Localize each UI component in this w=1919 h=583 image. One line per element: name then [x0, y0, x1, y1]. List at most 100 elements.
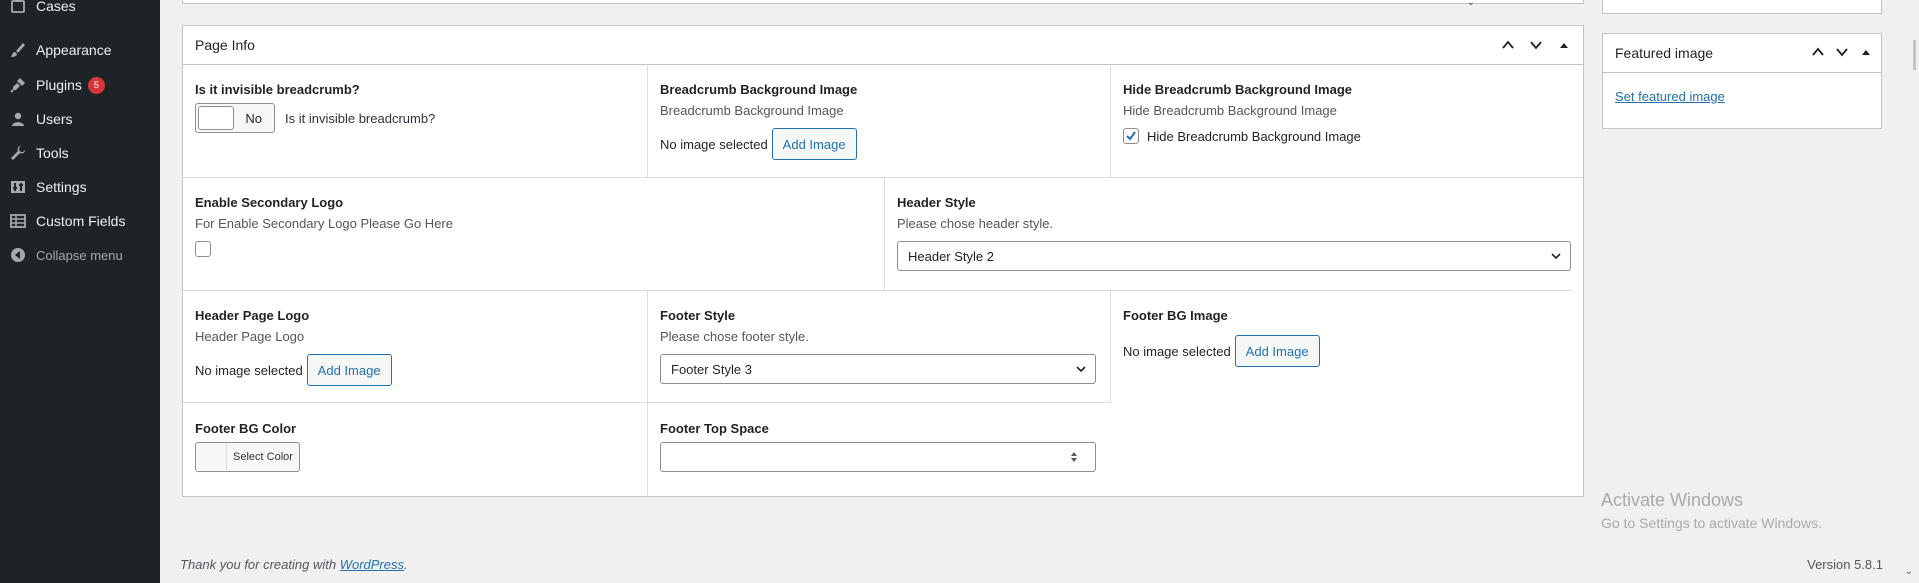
invisible-breadcrumb-switch[interactable]: No	[195, 103, 275, 133]
switch-description: Is it invisible breadcrumb?	[285, 110, 436, 126]
collapse-menu-button[interactable]: Collapse menu	[0, 238, 160, 272]
footer-bg-image-field: Footer BG Image No image selected Add Im…	[1110, 290, 1583, 403]
plugin-update-count-badge: 5	[87, 76, 105, 94]
chevron-down-icon	[1836, 48, 1848, 57]
field-title: Breadcrumb Background Image	[660, 82, 858, 97]
secondary-logo-checkbox[interactable]	[195, 241, 211, 257]
resize-handle-icon: ⌄	[1466, 0, 1475, 8]
sidebar-item-users[interactable]: Users	[0, 102, 160, 136]
paintbrush-icon	[0, 42, 36, 58]
field-title: Header Page Logo	[195, 308, 310, 323]
previous-metabox-edge: ⌄	[182, 0, 1584, 8]
table-icon	[0, 213, 36, 229]
image-select-row: No image selected Add Image	[660, 128, 1098, 160]
sidebar-item-appearance[interactable]: Appearance	[0, 33, 160, 67]
collapse-arrow-icon	[0, 247, 36, 263]
header-style-select[interactable]: Header Style 2	[897, 241, 1571, 271]
hide-breadcrumb-bg-field: Hide Breadcrumb Background Image Hide Br…	[1110, 64, 1583, 177]
move-up-button[interactable]	[1807, 41, 1829, 63]
image-select-row: No image selected Add Image	[195, 354, 635, 386]
select-value: Footer Style 3	[671, 361, 752, 377]
version-text: Version 5.8.1	[1807, 557, 1883, 572]
sidebar-item-label: Cases	[36, 0, 76, 14]
toggle-panel-button[interactable]	[1553, 34, 1575, 56]
admin-sidebar: Cases Appearance Plugins 5 Users Tools S…	[0, 0, 160, 583]
fields-row-1: Is it invisible breadcrumb? No Is it inv…	[183, 64, 1583, 178]
thanks-prefix: Thank you for creating with	[180, 557, 340, 572]
field-title: Enable Secondary Logo	[195, 195, 344, 210]
scroll-down-icon[interactable]: ⌄	[1905, 566, 1913, 577]
field-description: Breadcrumb Background Image	[660, 103, 844, 118]
cases-icon	[0, 0, 36, 14]
thanks-suffix: .	[404, 557, 408, 572]
field-description: Please chose header style.	[897, 216, 1054, 231]
settings-icon	[0, 179, 36, 195]
move-down-button[interactable]	[1525, 34, 1547, 56]
sidebar-item-custom-fields[interactable]: Custom Fields	[0, 204, 160, 238]
sidebar-item-label: Custom Fields	[36, 213, 126, 229]
select-value: Header Style 2	[908, 248, 994, 264]
sidebar-item-label: Tools	[36, 145, 69, 161]
featured-image-metabox: Featured image Set featured image	[1602, 33, 1882, 129]
footer-style-select[interactable]: Footer Style 3	[660, 354, 1096, 384]
footer-top-space-input[interactable]	[660, 442, 1096, 472]
sidebar-item-tools[interactable]: Tools	[0, 136, 160, 170]
move-down-button[interactable]	[1831, 41, 1853, 63]
chevron-up-icon	[1812, 47, 1824, 56]
field-title: Footer Style	[660, 308, 736, 323]
wordpress-link[interactable]: WordPress	[340, 557, 404, 572]
sidebar-item-cases[interactable]: Cases	[0, 0, 160, 23]
footer-top-space-field: Footer Top Space	[647, 403, 1110, 496]
footer-thanks: Thank you for creating with WordPress.	[180, 557, 408, 572]
sidebar-item-plugins[interactable]: Plugins 5	[0, 68, 160, 102]
select-color-button[interactable]: Select Color	[195, 442, 300, 472]
set-featured-image-link[interactable]: Set featured image	[1615, 89, 1869, 104]
add-image-button[interactable]: Add Image	[771, 128, 857, 160]
field-title: Footer BG Color	[195, 421, 297, 436]
triangle-up-icon	[1862, 50, 1870, 55]
image-status: No image selected	[1123, 343, 1231, 359]
sidebar-item-label: Users	[36, 111, 73, 127]
fields-row-3: Header Page Logo Header Page Logo No ima…	[183, 290, 1583, 403]
metabox-controls	[1497, 34, 1575, 56]
invisible-breadcrumb-field: Is it invisible breadcrumb? No Is it inv…	[183, 64, 647, 177]
checkbox-label: Hide Breadcrumb Background Image	[1147, 128, 1361, 144]
checkmark-icon	[1126, 131, 1136, 141]
metabox-header: Featured image	[1603, 34, 1881, 73]
field-description: Hide Breadcrumb Background Image	[1123, 103, 1337, 118]
plugin-icon	[0, 77, 36, 93]
number-stepper[interactable]	[1069, 450, 1079, 464]
field-description: For Enable Secondary Logo Please Go Here	[195, 216, 453, 231]
footer-style-field: Footer Style Please chose footer style. …	[647, 290, 1110, 403]
users-icon	[0, 111, 36, 127]
sidebar-item-settings[interactable]: Settings	[0, 170, 160, 204]
checkbox-row: Hide Breadcrumb Background Image	[1123, 128, 1571, 144]
hide-breadcrumb-bg-checkbox[interactable]	[1123, 128, 1139, 144]
field-title: Hide Breadcrumb Background Image	[1123, 82, 1352, 97]
secondary-logo-field: Enable Secondary Logo For Enable Seconda…	[183, 177, 884, 290]
metabox-title: Featured image	[1615, 45, 1714, 61]
chevron-down-icon	[1551, 253, 1561, 260]
footer-bg-color-field: Footer BG Color Select Color	[183, 403, 647, 496]
sidebar-item-label: Appearance	[36, 42, 112, 58]
fields-row-4: Footer BG Color Select Color Footer Top …	[183, 403, 1583, 496]
metabox-controls	[1807, 41, 1877, 63]
chevron-down-icon	[1076, 366, 1086, 373]
add-image-button[interactable]: Add Image	[1234, 335, 1320, 367]
field-title: Header Style	[897, 195, 976, 210]
move-up-button[interactable]	[1497, 34, 1519, 56]
metabox-header: Page Info	[183, 26, 1583, 65]
field-title: Footer Top Space	[660, 421, 769, 436]
activate-windows-watermark: Activate Windows Go to Settings to activ…	[1601, 490, 1822, 531]
field-title: Is it invisible breadcrumb?	[195, 82, 360, 97]
field-description: Header Page Logo	[195, 329, 305, 344]
scrollbar[interactable]	[1911, 40, 1919, 70]
triangle-up-icon	[1560, 43, 1568, 48]
sidebar-item-label: Settings	[36, 179, 87, 195]
toggle-panel-button[interactable]	[1855, 41, 1877, 63]
add-image-button[interactable]: Add Image	[306, 354, 392, 386]
image-status: No image selected	[195, 362, 303, 378]
field-description: Please chose footer style.	[660, 329, 809, 344]
metabox-title: Page Info	[195, 37, 255, 53]
switch-knob	[198, 106, 234, 130]
